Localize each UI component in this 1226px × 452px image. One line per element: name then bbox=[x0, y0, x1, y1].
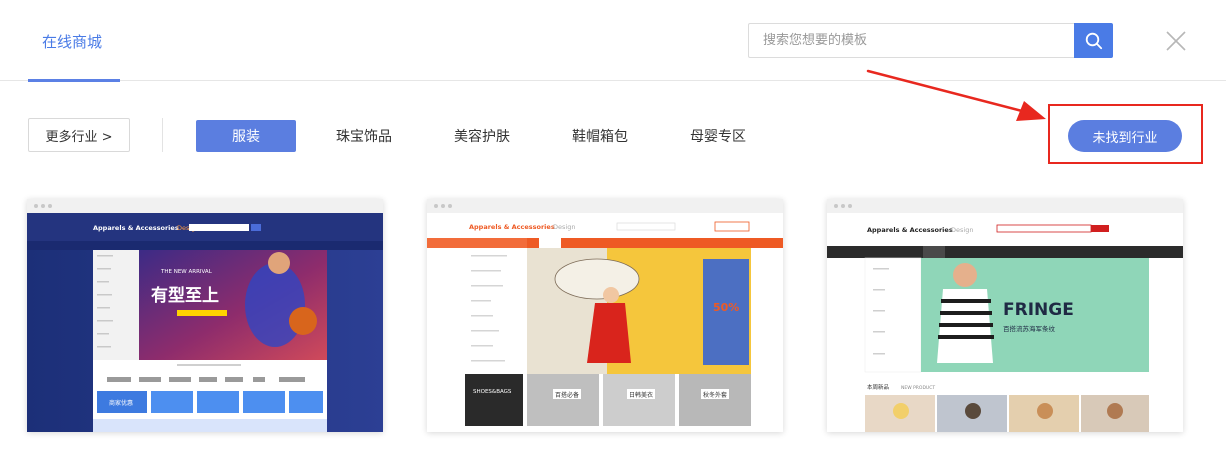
card1-banner-cn: 有型至上 bbox=[151, 285, 219, 306]
browser-chrome bbox=[827, 199, 1183, 213]
card2-tile-4: 秋冬外套 bbox=[703, 391, 727, 399]
card2-badge: 50% bbox=[713, 301, 739, 314]
card1-logo: Apparels & Accessories bbox=[93, 224, 179, 232]
close-icon bbox=[1166, 31, 1186, 51]
template-card-1[interactable]: Apparels & Accessories Design THE NEW AR… bbox=[27, 199, 383, 432]
more-industries-button[interactable]: 更多行业 > bbox=[28, 118, 130, 152]
browser-chrome bbox=[427, 199, 783, 213]
card3-banner-cn: 百搭流苏海军条纹 bbox=[1003, 324, 1056, 333]
card2-tile-1: SHOES&BAGS bbox=[473, 389, 512, 395]
card3-section-sub: NEW PRODUCT bbox=[901, 385, 935, 391]
close-button[interactable] bbox=[1164, 29, 1188, 53]
card1-banner-en: THE NEW ARRIVAL bbox=[160, 269, 213, 275]
card2-tile-3: 日韩美衣 bbox=[629, 391, 653, 399]
category-clothing[interactable]: 服装 bbox=[196, 120, 296, 152]
category-shoes-bags[interactable]: 鞋帽箱包 bbox=[560, 120, 640, 152]
category-skincare[interactable]: 美容护肤 bbox=[442, 120, 522, 152]
template-card-2[interactable]: Apparels & Accessories Design 50% SHOES&… bbox=[427, 199, 783, 432]
tab-active-underline bbox=[28, 79, 120, 82]
search-input[interactable] bbox=[748, 23, 1074, 58]
tab-online-store[interactable]: 在线商城 bbox=[28, 0, 120, 82]
tab-online-store-label: 在线商城 bbox=[42, 33, 103, 51]
card2-logo-suffix: Design bbox=[553, 223, 575, 231]
industry-not-found-button[interactable]: 未找到行业 bbox=[1068, 120, 1182, 152]
card3-section-title: 本周新品 bbox=[867, 383, 890, 391]
category-mother-baby[interactable]: 母婴专区 bbox=[678, 120, 758, 152]
template-search bbox=[748, 23, 1113, 58]
card3-logo: Apparels & Accessories bbox=[867, 226, 953, 234]
template-card-3[interactable]: Apparels & Accessories Design FRINGE 百搭流… bbox=[827, 199, 1183, 432]
card2-logo: Apparels & Accessories bbox=[469, 223, 555, 231]
card1-sub-banner: 商家优惠 bbox=[109, 399, 133, 407]
template-preview-1: Apparels & Accessories Design THE NEW AR… bbox=[27, 213, 383, 432]
card3-banner-en: FRINGE bbox=[1003, 300, 1074, 320]
card3-logo-suffix: Design bbox=[951, 226, 973, 234]
search-button[interactable] bbox=[1074, 23, 1113, 58]
browser-chrome bbox=[27, 199, 383, 213]
template-preview-3: Apparels & Accessories Design FRINGE 百搭流… bbox=[827, 213, 1183, 432]
filter-divider bbox=[162, 118, 163, 152]
top-bar: 在线商城 bbox=[0, 0, 1226, 82]
template-preview-2: Apparels & Accessories Design 50% SHOES&… bbox=[427, 213, 783, 432]
card2-tile-2: 百搭必备 bbox=[555, 391, 579, 399]
category-jewelry[interactable]: 珠宝饰品 bbox=[324, 120, 404, 152]
search-icon bbox=[1085, 32, 1102, 49]
